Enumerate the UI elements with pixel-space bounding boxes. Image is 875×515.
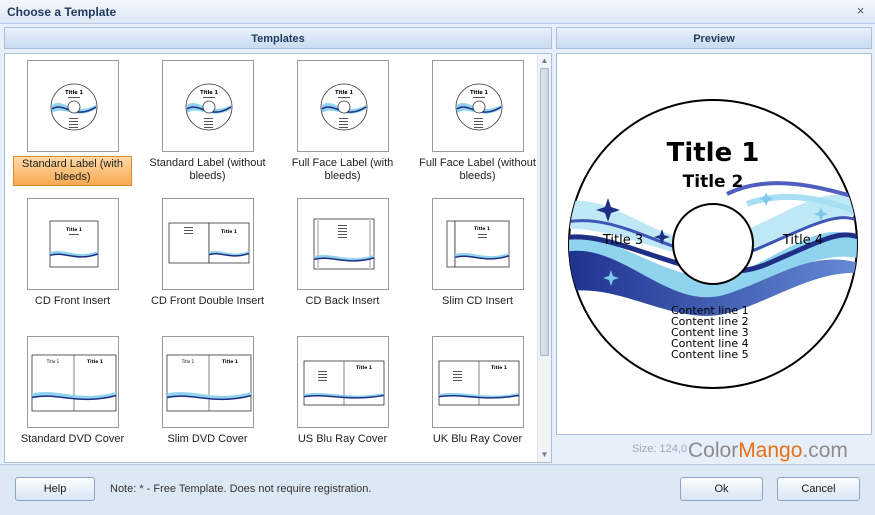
title-bar: Choose a Template × [0, 0, 875, 24]
preview-content: Content line 1 Content line 2 Content li… [671, 304, 749, 361]
template-thumbnail[interactable]: Title 1 [27, 198, 119, 290]
template-thumbnail[interactable]: Title 1 [297, 60, 389, 152]
template-label[interactable]: Slim DVD Cover [148, 432, 267, 447]
svg-text:Title 1: Title 1 [221, 229, 237, 235]
disc-hole [672, 203, 754, 285]
scroll-down-icon[interactable]: ▼ [538, 448, 551, 462]
template-thumbnail[interactable]: Title 1 [297, 336, 389, 428]
preview-title2: Title 2 [683, 172, 744, 192]
ok-button[interactable]: Ok [680, 477, 763, 501]
template-label[interactable]: Standard Label (with bleeds) [13, 156, 132, 186]
template-tile[interactable]: Title 1 UK Blu Ray Cover [410, 330, 538, 462]
help-button[interactable]: Help [15, 477, 95, 501]
template-thumbnail[interactable]: Title 1 [432, 336, 524, 428]
templates-list: Title 1 Standard Label (with bleeds) Tit… [4, 53, 552, 463]
cancel-button[interactable]: Cancel [777, 477, 860, 501]
close-icon[interactable]: × [852, 3, 869, 20]
watermark-part: .com [802, 439, 848, 462]
svg-text:Title 1: Title 1 [222, 359, 238, 365]
footer-bar: Help Note: * - Free Template. Does not r… [0, 464, 875, 515]
templates-header: Templates [4, 27, 552, 49]
template-tile[interactable]: CD Back Insert [275, 192, 410, 330]
svg-text:Title 1: Title 1 [181, 359, 195, 364]
svg-text:Title 1: Title 1 [491, 365, 507, 371]
svg-text:Title 1: Title 1 [200, 90, 218, 96]
svg-text:Title 1: Title 1 [470, 90, 488, 96]
templates-grid: Title 1 Standard Label (with bleeds) Tit… [5, 54, 538, 462]
svg-text:Title 1: Title 1 [65, 90, 83, 96]
preview-title3: Title 3 [602, 233, 643, 248]
template-thumbnail[interactable]: Title 1 [27, 60, 119, 152]
svg-text:Title 1: Title 1 [66, 227, 82, 233]
template-tile[interactable]: Title 1 CD Front Double Insert [140, 192, 275, 330]
template-label[interactable]: Full Face Label (with bleeds) [283, 156, 402, 184]
scrollbar-thumb[interactable] [540, 68, 549, 356]
template-label[interactable]: CD Front Double Insert [148, 294, 267, 309]
watermark-logo: ColorMango.com [688, 439, 848, 463]
preview-title1: Title 1 [667, 138, 760, 168]
template-label[interactable]: US Blu Ray Cover [283, 432, 402, 447]
template-label[interactable]: Full Face Label (without bleeds) [418, 156, 537, 184]
preview-header: Preview [556, 27, 872, 49]
template-label[interactable]: CD Front Insert [13, 294, 132, 309]
template-tile[interactable]: Title 1 Title 1 Slim DVD Cover [140, 330, 275, 462]
template-thumbnail[interactable] [297, 198, 389, 290]
svg-text:Title 1: Title 1 [356, 365, 372, 371]
template-label[interactable]: Standard Label (without bleeds) [148, 156, 267, 184]
template-label[interactable]: Slim CD Insert [418, 294, 537, 309]
scroll-up-icon[interactable]: ▲ [538, 54, 551, 68]
svg-text:Title 1: Title 1 [46, 359, 60, 364]
preview-panel: Title 1 Title 2 Title 3 Title 4 Content … [556, 53, 872, 435]
window-title: Choose a Template [7, 5, 117, 19]
dialog-body: Templates Preview Title 1 Standard Label… [0, 24, 875, 515]
template-thumbnail[interactable]: Title 1 [162, 60, 254, 152]
templates-scrollbar[interactable]: ▲ ▼ [537, 54, 551, 462]
template-label[interactable]: CD Back Insert [283, 294, 402, 309]
template-tile[interactable]: Title 1 Standard Label (with bleeds) [5, 54, 140, 192]
template-thumbnail[interactable]: Title 1 [432, 60, 524, 152]
template-tile[interactable]: Title 1 CD Front Insert [5, 192, 140, 330]
svg-text:Title 1: Title 1 [474, 226, 490, 232]
template-label[interactable]: Standard DVD Cover [13, 432, 132, 447]
svg-text:Title 1: Title 1 [335, 90, 353, 96]
watermark-part: Mango [738, 439, 803, 462]
template-thumbnail[interactable]: Title 1 Title 1 [162, 336, 254, 428]
content-line: Content line 5 [671, 348, 749, 361]
watermark-part: Color [688, 439, 739, 462]
preview-title4: Title 4 [782, 233, 823, 248]
preview-disc: Title 1 Title 2 Title 3 Title 4 Content … [568, 99, 858, 389]
template-tile[interactable]: Title 1 US Blu Ray Cover [275, 330, 410, 462]
registration-note: Note: * - Free Template. Does not requir… [110, 483, 372, 495]
size-readout: Size: 124,0 [632, 443, 688, 455]
template-tile[interactable]: Title 1 Slim CD Insert [410, 192, 538, 330]
svg-text:Title 1: Title 1 [87, 359, 103, 365]
template-label[interactable]: UK Blu Ray Cover [418, 432, 537, 447]
template-thumbnail[interactable]: Title 1 [432, 198, 524, 290]
template-thumbnail[interactable]: Title 1 Title 1 [27, 336, 119, 428]
template-tile[interactable]: Title 1 Title 1 Standard DVD Cover [5, 330, 140, 462]
template-tile[interactable]: Title 1 Standard Label (without bleeds) [140, 54, 275, 192]
template-tile[interactable]: Title 1 Full Face Label (without bleeds) [410, 54, 538, 192]
template-thumbnail[interactable]: Title 1 [162, 198, 254, 290]
template-tile[interactable]: Title 1 Full Face Label (with bleeds) [275, 54, 410, 192]
